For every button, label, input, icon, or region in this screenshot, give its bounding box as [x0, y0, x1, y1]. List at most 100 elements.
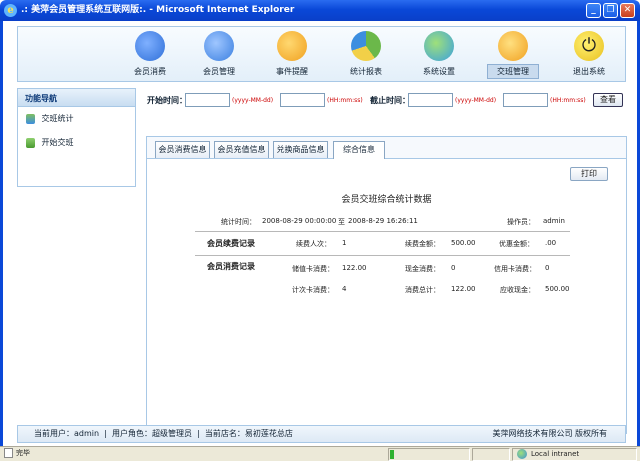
current-user: 当前用户：admin	[34, 429, 100, 438]
nav-label: 统计报表	[350, 67, 382, 76]
tab-consume-info[interactable]: 会员消费信息	[155, 141, 210, 158]
nav-item-exit[interactable]: ⏻ 退出系统	[559, 27, 619, 82]
operator-value: admin	[543, 217, 565, 225]
divider	[195, 231, 570, 232]
divider	[195, 255, 570, 256]
time-end-value: 2008-8-29 16:26:11	[348, 217, 418, 225]
nav-item-statistics[interactable]: 统计报表	[336, 27, 396, 82]
ie-logo-icon: e	[4, 4, 17, 17]
card-consume-label: 储值卡消费：	[292, 265, 334, 273]
footer-user-info: 当前用户：admin | 用户角色：超级管理员 | 当前店名：易初莲花总店	[34, 426, 293, 442]
receivable-value: 500.00	[545, 285, 570, 293]
browser-content: 会员消费 会员管理 事件提醒 统计报表 系统设置 交班管理 ⏻ 退出系统 功能导…	[0, 21, 640, 446]
sidebar-title: 功能导航	[18, 89, 135, 107]
time-to-text: 至	[338, 218, 345, 226]
end-time-input[interactable]	[503, 93, 548, 107]
browser-statusbar: 完毕 Local intranet	[0, 446, 640, 461]
sidebar: 功能导航 交班统计 开始交班	[17, 88, 136, 187]
report-title: 会员交班综合统计数据	[341, 195, 432, 205]
total-consume-label: 消费总计：	[405, 286, 440, 294]
tab-summary-info[interactable]: 综合信息	[333, 141, 385, 159]
close-button[interactable]: ✕	[620, 3, 635, 18]
status-text: 完毕	[2, 448, 386, 461]
nav-label: 交班管理	[487, 64, 539, 79]
footer-separator: |	[197, 429, 200, 438]
time-label: 统计时间：	[221, 218, 256, 226]
minimize-button[interactable]: _	[586, 3, 601, 18]
count-card-label: 计次卡消费：	[292, 286, 334, 294]
window-titlebar: e .: 美萍会员管理系统互联网版:. - Microsoft Internet…	[0, 0, 640, 21]
renew-count-value: 1	[342, 239, 347, 247]
cash-consume-label: 现金消费：	[405, 265, 440, 273]
progress-panel	[388, 448, 470, 461]
sidebar-item-label: 开始交班	[41, 138, 74, 147]
nav-item-member-consume[interactable]: 会员消费	[120, 27, 180, 82]
start-date-input[interactable]	[185, 93, 230, 107]
sidebar-item-start-shift[interactable]: 开始交班	[18, 131, 135, 155]
power-icon: ⏻	[574, 31, 604, 61]
renew-count-label: 续费人次：	[296, 240, 331, 248]
tab-exchange-info[interactable]: 兑换商品信息	[273, 141, 328, 158]
tab-bar: 会员消费信息 会员充值信息 兑换商品信息 综合信息	[147, 137, 626, 159]
nav-item-system-settings[interactable]: 系统设置	[409, 27, 469, 82]
arrow-swap-icon	[26, 137, 35, 148]
current-shop: 当前店名：易初莲花总店	[204, 429, 293, 438]
nav-item-member-manage[interactable]: 会员管理	[189, 27, 249, 82]
footer-separator: |	[104, 429, 107, 438]
top-navigation: 会员消费 会员管理 事件提醒 统计报表 系统设置 交班管理 ⏻ 退出系统	[17, 26, 626, 82]
tab-recharge-info[interactable]: 会员充值信息	[214, 141, 269, 158]
window-title: .: 美萍会员管理系统互联网版:. - Microsoft Internet E…	[21, 5, 295, 15]
pie-chart-icon	[351, 31, 381, 61]
nav-item-shift-manage[interactable]: 交班管理	[483, 27, 543, 82]
search-button[interactable]: 查看	[593, 93, 623, 107]
renew-amount-label: 续费金额：	[405, 240, 440, 248]
section-renew-title: 会员续费记录	[207, 239, 255, 248]
start-time-input[interactable]	[280, 93, 325, 107]
count-card-value: 4	[342, 285, 347, 293]
restore-button[interactable]: ❐	[603, 3, 618, 18]
status-panel	[472, 448, 510, 461]
page-icon	[4, 448, 13, 458]
total-consume-value: 122.00	[451, 285, 476, 293]
globe-icon	[517, 449, 527, 459]
progress-fill	[390, 450, 394, 459]
nav-label: 会员管理	[203, 67, 235, 76]
zone-label: Local intranet	[531, 450, 580, 458]
time-filter: 开始时间： (yyyy-MM-dd) (HH:mm:ss) 截止时间： (yyy…	[145, 91, 629, 108]
users-small-icon	[26, 113, 35, 124]
nav-label: 系统设置	[423, 67, 455, 76]
copyright: 美萍网络技术有限公司 版权所有	[492, 429, 607, 438]
date-format-hint: (yyyy-MM-dd)	[232, 97, 274, 104]
chat-bubbles-icon	[277, 31, 307, 61]
cash-consume-value: 0	[451, 264, 456, 272]
sidebar-item-shift-stats[interactable]: 交班统计	[18, 107, 135, 131]
user-role: 用户角色：超级管理员	[111, 429, 192, 438]
time-start-value: 2008-08-29 00:00:00	[262, 217, 337, 225]
credit-consume-label: 信用卡消费：	[494, 265, 536, 273]
nav-label: 事件提醒	[276, 67, 308, 76]
nav-item-event-reminder[interactable]: 事件提醒	[262, 27, 322, 82]
nav-label: 退出系统	[573, 67, 605, 76]
nav-label: 会员消费	[134, 67, 166, 76]
time-format-hint: (HH:mm:ss)	[550, 97, 586, 104]
card-consume-value: 122.00	[342, 264, 367, 272]
report-panel: 会员消费信息 会员充值信息 兑换商品信息 综合信息 打印 会员交班综合统计数据 …	[146, 136, 627, 434]
globe-settings-icon	[424, 31, 454, 61]
status-message: 完毕	[16, 449, 30, 457]
users-coin-icon	[135, 31, 165, 61]
discount-label: 优惠金额：	[499, 240, 534, 248]
refresh-arrow-icon	[498, 31, 528, 61]
date-format-hint: (yyyy-MM-dd)	[455, 97, 497, 104]
app-footer: 当前用户：admin | 用户角色：超级管理员 | 当前店名：易初莲花总店 美萍…	[17, 425, 626, 443]
discount-value: .00	[545, 239, 557, 247]
renew-amount-value: 500.00	[451, 239, 476, 247]
section-consume-title: 会员消费记录	[207, 262, 255, 271]
receivable-label: 应收现金：	[500, 286, 535, 294]
start-time-label: 开始时间：	[147, 96, 187, 105]
end-time-label: 截止时间：	[370, 96, 410, 105]
time-format-hint: (HH:mm:ss)	[327, 97, 363, 104]
operator-label: 操作员：	[507, 218, 535, 226]
end-date-input[interactable]	[408, 93, 453, 107]
print-button[interactable]: 打印	[570, 167, 608, 181]
security-zone: Local intranet	[512, 448, 637, 461]
